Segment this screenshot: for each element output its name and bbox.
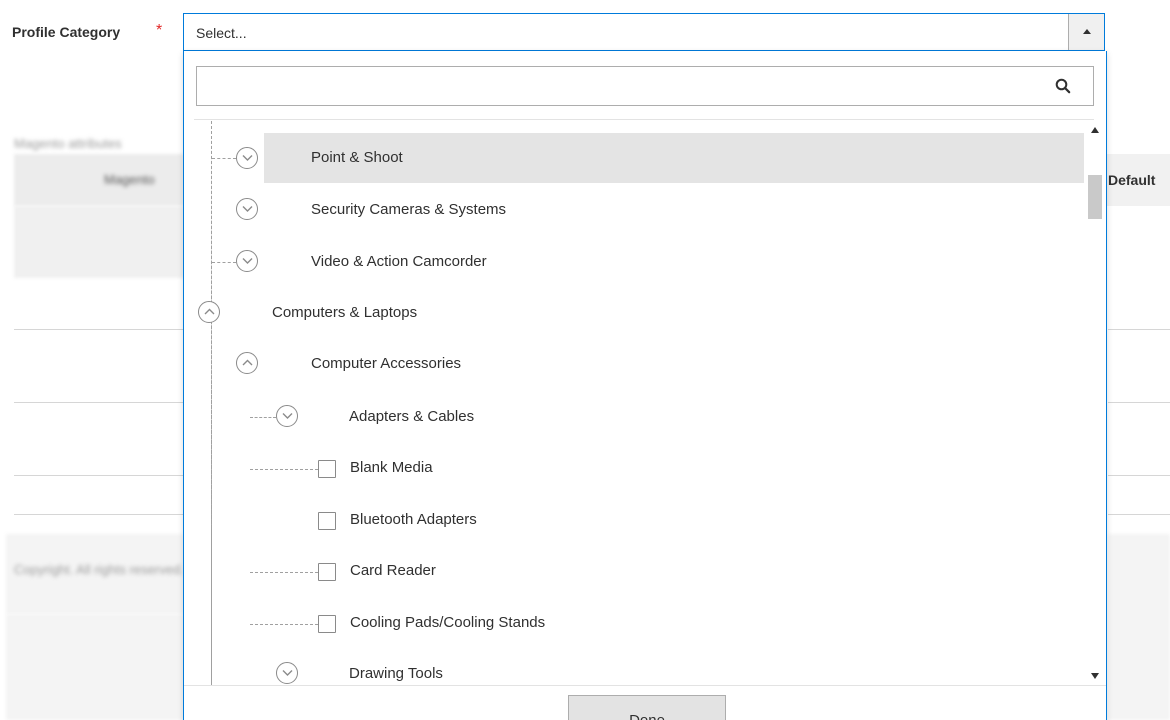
blurred-divider	[14, 514, 184, 515]
profile-category-select[interactable]: Select...	[183, 13, 1105, 51]
card-reader-checkbox[interactable]	[318, 563, 336, 581]
tree-item-label: Computer Accessories	[311, 355, 462, 372]
chevron-down-circle-icon[interactable]	[276, 662, 298, 684]
required-marker: *	[156, 22, 163, 39]
tree-item-point-and-shoot[interactable]: Point & Shoot	[184, 133, 1084, 183]
blurred-column-header: Magento	[104, 172, 155, 187]
scrollbar-thumb[interactable]	[1088, 175, 1102, 219]
chevron-down-circle-icon[interactable]	[236, 147, 258, 169]
blurred-divider	[14, 329, 184, 330]
blurred-divider	[14, 475, 184, 476]
tree-item-bluetooth-adapters[interactable]: Bluetooth Adapters	[184, 495, 1084, 545]
tree-item-drawing-tools[interactable]: Drawing Tools	[184, 649, 1084, 685]
search-divider	[194, 119, 1094, 120]
scroll-up-arrow-icon[interactable]	[1091, 127, 1099, 133]
tree-scrollbar[interactable]	[1084, 121, 1106, 687]
tree-item-card-reader[interactable]: Card Reader	[184, 546, 1084, 596]
table-divider	[1108, 329, 1170, 330]
table-divider	[1108, 514, 1170, 515]
bluetooth-adapters-checkbox[interactable]	[318, 512, 336, 530]
footer-divider	[184, 685, 1106, 686]
tree-item-label: Video & Action Camcorder	[311, 253, 487, 270]
blurred-table-row	[14, 206, 184, 278]
tree-item-label: Bluetooth Adapters	[350, 511, 477, 528]
select-placeholder: Select...	[196, 25, 247, 41]
tree-item-label: Security Cameras & Systems	[311, 201, 507, 218]
tree-item-label: Point & Shoot	[311, 149, 403, 166]
tree-item-blank-media[interactable]: Blank Media	[184, 443, 1084, 493]
chevron-down-circle-icon[interactable]	[276, 405, 298, 427]
blurred-table-header	[14, 154, 184, 206]
tree-item-label: Card Reader	[350, 562, 436, 579]
table-divider	[1108, 475, 1170, 476]
blurred-footer-right	[1108, 534, 1170, 720]
tree-item-label: Adapters & Cables	[349, 408, 475, 425]
chevron-up-circle-icon[interactable]	[236, 352, 258, 374]
done-button[interactable]: Done	[568, 695, 726, 720]
blank-media-checkbox[interactable]	[318, 460, 336, 478]
category-dropdown: Point & Shoot Security Cameras & Systems…	[183, 51, 1107, 720]
tree-item-label: Computers & Laptops	[272, 304, 418, 321]
scroll-down-arrow-icon[interactable]	[1091, 673, 1099, 679]
cooling-pads-checkbox[interactable]	[318, 615, 336, 633]
blurred-section-title: Magento attributes	[14, 136, 122, 151]
tree-item-adapters-cables[interactable]: Adapters & Cables	[184, 391, 1084, 441]
chevron-down-circle-icon[interactable]	[236, 198, 258, 220]
profile-category-label: Profile Category	[12, 24, 121, 40]
chevron-down-circle-icon[interactable]	[236, 250, 258, 272]
tree-item-video-camcorder[interactable]: Video & Action Camcorder	[184, 237, 1084, 287]
tree-item-security-cameras[interactable]: Security Cameras & Systems	[184, 185, 1084, 235]
chevron-up-circle-icon[interactable]	[198, 301, 220, 323]
tree-item-label: Blank Media	[350, 459, 433, 476]
triangle-up-icon	[1083, 29, 1091, 34]
tree-item-computers-laptops[interactable]: Computers & Laptops	[184, 288, 1084, 338]
category-search-input[interactable]	[196, 66, 1094, 106]
tree-item-cooling-pads[interactable]: Cooling Pads/Cooling Stands	[184, 598, 1084, 648]
default-column-header: Default	[1108, 172, 1156, 188]
blurred-copyright: Copyright. All rights reserved.	[14, 562, 184, 577]
blurred-footer-lower	[6, 614, 184, 720]
category-tree: Point & Shoot Security Cameras & Systems…	[184, 121, 1084, 685]
table-divider	[1108, 402, 1170, 403]
tree-item-label: Drawing Tools	[349, 665, 443, 682]
tree-item-computer-accessories[interactable]: Computer Accessories	[184, 339, 1084, 389]
dropdown-toggle-button[interactable]	[1068, 14, 1104, 50]
tree-item-label: Cooling Pads/Cooling Stands	[350, 614, 546, 631]
blurred-divider	[14, 402, 184, 403]
search-icon[interactable]	[1055, 78, 1071, 94]
